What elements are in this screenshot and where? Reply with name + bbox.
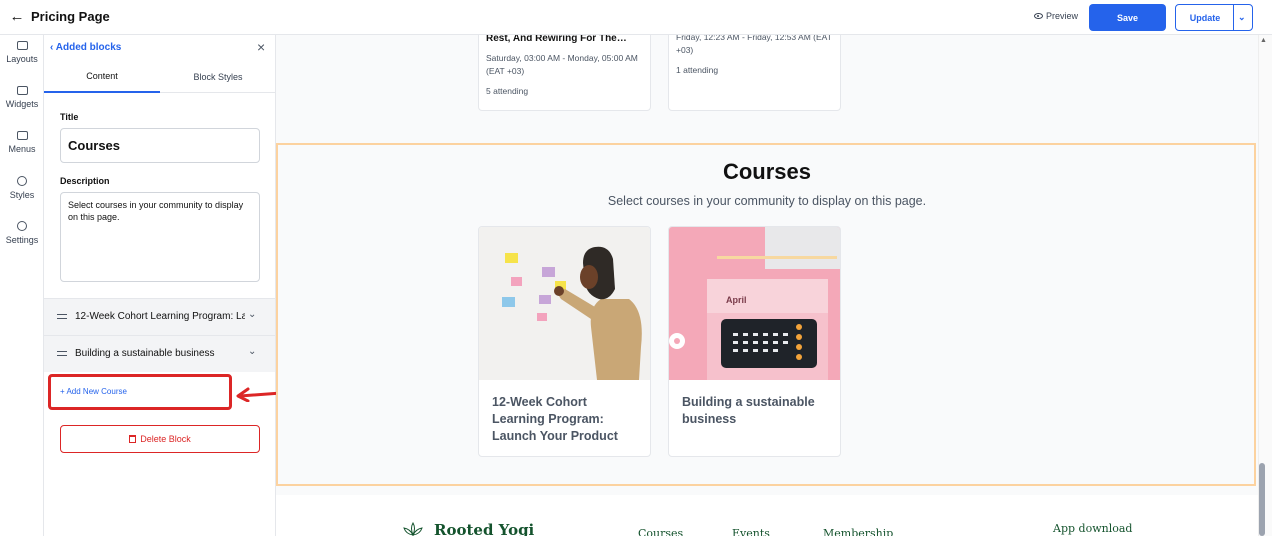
course-thumbnail-image: April — [669, 227, 840, 380]
courses-description: Select courses in your community to disp… — [607, 194, 927, 208]
title-label: Title — [60, 112, 79, 122]
preview-label: Preview — [1046, 11, 1079, 21]
rail-label: Styles — [9, 190, 35, 200]
vertical-scrollbar[interactable] — [1258, 35, 1272, 536]
footer-brand[interactable]: Rooted Yogi — [434, 521, 534, 536]
rail-label: Layouts — [6, 54, 38, 64]
update-label: Update — [1189, 13, 1221, 23]
event-card[interactable]: Friday, 12:23 AM - Friday, 12:53 AM (EAT… — [668, 35, 841, 111]
courses-block[interactable]: Courses Select courses in your community… — [276, 143, 1256, 486]
site-footer: Rooted Yogi Courses Events Membership Ap… — [276, 495, 1258, 536]
close-icon[interactable]: × — [257, 39, 265, 55]
footer-link-membership[interactable]: Membership — [823, 527, 893, 536]
rail-label: Menus — [8, 144, 36, 154]
palette-icon — [17, 176, 27, 186]
tab-content[interactable]: Content — [44, 60, 160, 93]
drag-handle-icon[interactable] — [57, 351, 67, 356]
preview-button[interactable]: Preview — [1034, 11, 1078, 21]
delete-label: Delete Block — [140, 434, 191, 444]
trash-icon — [129, 435, 137, 443]
added-blocks-link[interactable]: ‹ Added blocks — [50, 42, 121, 53]
save-button[interactable]: Save — [1089, 4, 1166, 31]
panel-tabs: Content Block Styles — [44, 60, 276, 93]
layout-icon — [16, 41, 28, 50]
chevron-down-icon[interactable]: ⌄ — [248, 309, 256, 320]
event-date: Friday, 12:23 AM - Friday, 12:53 AM (EAT… — [676, 35, 832, 55]
course-card-title: Building a sustainable business — [682, 395, 815, 426]
footer-link-events[interactable]: Events — [732, 527, 770, 536]
update-button[interactable]: Update ⌄ — [1175, 4, 1253, 31]
annotation-highlight-box — [48, 374, 232, 410]
course-list-item[interactable]: 12-Week Cohort Learning Program: Launch … — [44, 298, 275, 335]
widget-icon — [16, 86, 28, 95]
event-title: Rest, And Rewiring For The… — [486, 35, 627, 44]
course-card-title: 12-Week Cohort Learning Program: Launch … — [492, 395, 618, 443]
course-list-item[interactable]: Building a sustainable business ⌄ — [44, 335, 275, 372]
description-field[interactable]: Select courses in your community to disp… — [60, 192, 260, 282]
chevron-down-icon[interactable]: ⌄ — [248, 346, 256, 357]
course-card[interactable]: 12-Week Cohort Learning Program: Launch … — [478, 226, 651, 457]
course-item-label: 12-Week Cohort Learning Program: Launch … — [75, 311, 245, 322]
title-field[interactable]: Courses — [60, 128, 260, 163]
courses-heading: Courses — [722, 159, 812, 184]
breadcrumb-label: Added blocks — [55, 42, 122, 53]
event-card[interactable]: Rest, And Rewiring For The… Saturday, 03… — [478, 35, 651, 111]
footer-app-download: App download — [1053, 522, 1133, 535]
block-settings-panel: ‹ Added blocks × Content Block Styles Ti… — [44, 35, 276, 536]
rail-item-settings[interactable]: Settings — [0, 221, 44, 245]
footer-link-courses[interactable]: Courses — [638, 527, 683, 536]
rail-item-styles[interactable]: Styles — [0, 176, 44, 200]
menu-icon — [16, 131, 28, 140]
rail-item-layouts[interactable]: Layouts — [0, 41, 44, 64]
drag-handle-icon[interactable] — [57, 314, 67, 319]
back-arrow-icon[interactable]: ← — [8, 8, 26, 25]
scroll-up-icon[interactable]: ▲ — [1260, 37, 1267, 44]
course-item-label: Building a sustainable business — [75, 348, 215, 359]
calendar-month-text: April — [726, 295, 747, 305]
left-rail: Layouts Widgets Menus Styles Settings — [0, 35, 44, 536]
rail-label: Widgets — [5, 99, 39, 109]
event-date: Saturday, 03:00 AM - Monday, 05:00 AM (E… — [486, 53, 638, 76]
rail-item-menus[interactable]: Menus — [0, 131, 44, 154]
update-divider — [1233, 5, 1234, 30]
description-label: Description — [60, 176, 110, 186]
tab-block-styles[interactable]: Block Styles — [160, 60, 276, 93]
chevron-down-icon[interactable]: ⌄ — [1238, 12, 1246, 23]
lotus-logo-icon — [403, 522, 423, 536]
page-title: Pricing Page — [31, 9, 110, 24]
top-bar: ← Pricing Page Preview Save Update ⌄ — [0, 0, 1272, 35]
delete-block-button[interactable]: Delete Block — [60, 425, 260, 453]
scrollbar-thumb[interactable] — [1259, 463, 1265, 536]
course-card[interactable]: April Building a sustainable business — [668, 226, 841, 457]
rail-item-widgets[interactable]: Widgets — [0, 86, 44, 109]
page-canvas: Rest, And Rewiring For The… Saturday, 03… — [276, 35, 1258, 536]
eye-icon — [1034, 13, 1043, 19]
panel-header: ‹ Added blocks × — [44, 35, 276, 60]
event-attending: 5 attending — [486, 86, 529, 96]
rail-label: Settings — [5, 235, 39, 245]
gear-icon — [17, 221, 27, 231]
event-attending: 1 attending — [676, 65, 719, 75]
course-thumbnail-image — [479, 227, 650, 380]
